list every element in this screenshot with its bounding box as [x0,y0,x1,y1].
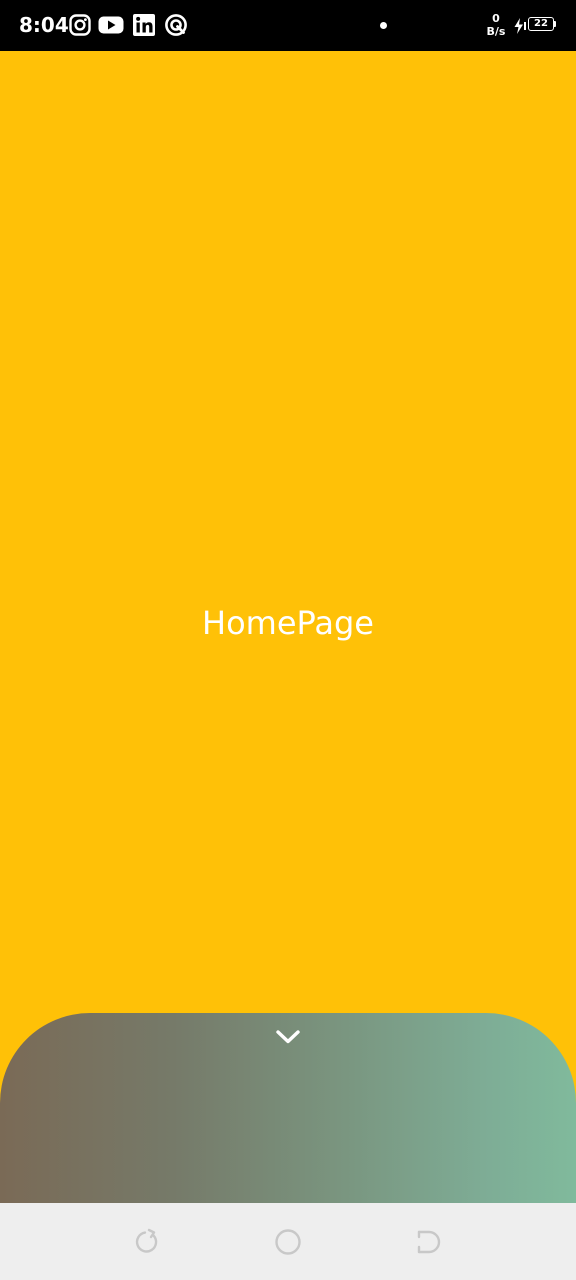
network-speed-unit: B/s [486,25,506,38]
battery-icon: 22 [528,17,554,31]
battery-level: 22 [534,18,548,29]
back-icon[interactable] [412,1226,444,1258]
linkedin-icon [133,14,155,36]
network-speed-value: 0 [492,12,500,25]
quora-icon [165,14,187,36]
battery-tip [554,21,556,27]
instagram-icon [69,14,91,36]
app-screen: 8:04 0 B/s 22 HomePage [0,0,576,1280]
chevron-down-icon[interactable] [274,1026,302,1048]
status-time: 8:04 [19,13,69,37]
charging-icon [514,18,526,34]
youtube-icon [98,16,124,34]
recents-icon[interactable] [131,1226,163,1258]
page-title: HomePage [202,604,374,642]
network-speed: 0 B/s [480,12,512,38]
status-bar: 8:04 0 B/s 22 [0,0,576,51]
home-icon[interactable] [272,1226,304,1258]
notification-dot [380,22,387,29]
